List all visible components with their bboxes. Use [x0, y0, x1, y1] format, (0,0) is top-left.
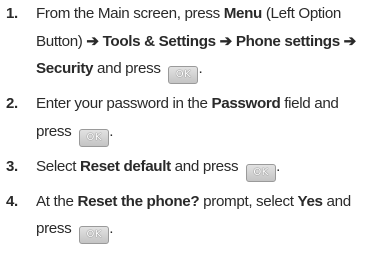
step-text-run: prompt, select: [199, 192, 298, 210]
step-text: From the Main screen, press Menu (Left O…: [36, 5, 356, 84]
step-text-run: and press: [170, 157, 243, 175]
ok-key-icon: OK: [79, 128, 110, 147]
bold-term: Menu: [223, 5, 263, 22]
step-text-run: .: [109, 122, 114, 140]
step-2: 2. Enter your password in the Password f…: [0, 90, 383, 147]
bold-term: Password: [211, 95, 281, 112]
step-1: 1. From the Main screen, press Menu (Lef…: [0, 0, 383, 84]
ok-key-icon: OK: [246, 163, 277, 182]
step-text: Enter your password in the Password fiel…: [36, 95, 339, 147]
bold-term: Yes: [297, 192, 323, 210]
bold-term: Reset default: [79, 157, 171, 175]
step-text-run: .: [276, 157, 280, 175]
step-number: 1.: [6, 5, 18, 22]
step-text: At the Reset the phone? prompt, select Y…: [36, 192, 351, 244]
step-text-run: From the Main screen, press: [36, 5, 224, 22]
step-text-run: Select: [36, 157, 80, 175]
step-number: 4.: [6, 192, 18, 210]
step-number: 2.: [6, 95, 18, 112]
step-text-run: .: [109, 220, 114, 237]
bold-term: Reset the phone?: [77, 192, 200, 210]
step-4: 4. At the Reset the phone? prompt, selec…: [0, 188, 383, 244]
step-3: 3. Select Reset default and press OK.: [0, 153, 383, 182]
step-text-run: Enter your password in the: [36, 95, 212, 112]
ok-key-icon: OK: [79, 226, 110, 244]
step-number: 3.: [6, 157, 18, 175]
step-text: Select Reset default and press OK.: [36, 157, 280, 182]
ok-key-icon: OK: [168, 66, 199, 84]
step-text-run: .: [198, 60, 203, 77]
step-text-run: At the: [36, 192, 78, 210]
step-text-run: and press: [93, 60, 165, 77]
instruction-steps: 1. From the Main screen, press Menu (Lef…: [0, 0, 383, 244]
